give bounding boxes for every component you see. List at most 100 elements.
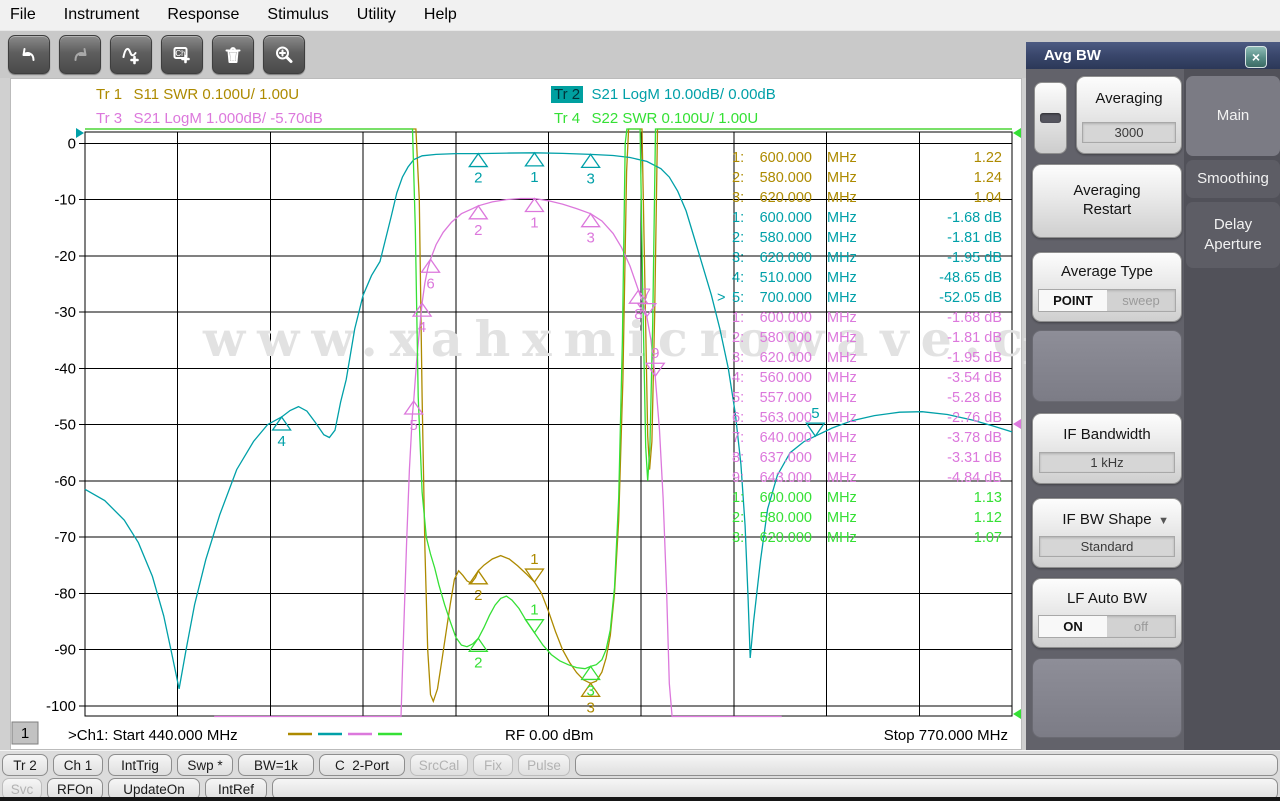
- marker-frequency: 510.000: [760, 270, 812, 286]
- if-bw-shape-button[interactable]: IF BW Shape ▼ Standard: [1032, 498, 1182, 568]
- watermark-text: www.xahxmicrowave.com: [202, 310, 1022, 368]
- svg-text:8: 8: [634, 306, 642, 323]
- status-bar: Tr 2 Ch 1 IntTrig Swp * BW=1k C 2-Port SrcCal F…: [0, 750, 1280, 800]
- svg-text:3: 3: [586, 230, 594, 247]
- marker-value: -48.65 dB: [939, 270, 1002, 286]
- trace-def-tr1[interactable]: Tr 1 S11 SWR 0.100U/ 1.00U: [93, 86, 299, 103]
- marker-unit: MHz: [827, 270, 857, 286]
- menu-item-file[interactable]: File: [10, 3, 50, 27]
- y-axis-labels: 0 -10 -20 -30 -40 -50 -60 -70 -80 -90 -100: [46, 135, 76, 714]
- status-srccal: SrcCal: [410, 754, 468, 776]
- add-trace-button[interactable]: [110, 35, 152, 74]
- marker-number: 1:: [732, 210, 744, 226]
- marker-number: 9:: [732, 470, 744, 486]
- marker-value: 1.07: [974, 530, 1002, 546]
- average-type-point-option[interactable]: POINT: [1039, 290, 1107, 311]
- tab-delay-aperture[interactable]: Delay Aperture: [1186, 202, 1280, 268]
- average-type-sweep-option[interactable]: sweep: [1107, 290, 1175, 311]
- y-tick-label: -70: [54, 529, 76, 546]
- lf-auto-bw-on-option[interactable]: ON: [1039, 616, 1107, 637]
- marker-frequency: 560.000: [760, 370, 812, 386]
- status-tr-2[interactable]: Tr 2: [2, 754, 48, 776]
- menu-item-stimulus[interactable]: Stimulus: [253, 3, 342, 27]
- marker-frequency: 600.000: [760, 490, 812, 506]
- marker-4-trace2: 4: [271, 415, 292, 450]
- undo-icon: [22, 47, 35, 61]
- channel-footer: 1 >Ch1: Start 440.000 MHz RF 0.00 dBm Stop …: [11, 721, 1008, 745]
- average-type-toggle[interactable]: POINT sweep: [1038, 289, 1176, 312]
- marker-frequency: 580.000: [760, 510, 812, 526]
- marker-table-row: 3: 620.000 MHz -1.95 dB: [732, 250, 1002, 266]
- marker-value: -1.95 dB: [947, 250, 1002, 266]
- marker-unit: MHz: [827, 330, 857, 346]
- if-bw-shape-label: IF BW Shape: [1062, 511, 1152, 528]
- lf-auto-bw-off-option[interactable]: off: [1107, 616, 1175, 637]
- menu-item-help[interactable]: Help: [410, 3, 471, 27]
- marker-value: -1.68 dB: [947, 210, 1002, 226]
- y-tick-label: 0: [68, 135, 76, 152]
- menu-item-instrument[interactable]: Instrument: [50, 3, 154, 27]
- marker-table-row: 3: 620.000 MHz 1.07: [732, 530, 1002, 546]
- marker-frequency: 600.000: [760, 310, 812, 326]
- zoom-button[interactable]: [263, 35, 305, 74]
- close-icon[interactable]: ×: [1245, 46, 1267, 68]
- status-bw-1k[interactable]: BW=1k: [238, 754, 314, 776]
- lf-auto-bw-label: LF Auto BW: [1066, 590, 1148, 607]
- menu-item-response[interactable]: Response: [153, 3, 253, 27]
- marker-number: 2:: [732, 510, 744, 526]
- marker-frequency: 563.000: [760, 410, 812, 426]
- marker-number: 3:: [732, 250, 744, 266]
- panel-title-bar[interactable]: Avg BW: [1026, 42, 1280, 69]
- lf-auto-bw-toggle[interactable]: ON off: [1038, 615, 1176, 638]
- averaging-button[interactable]: Averaging 3000: [1076, 76, 1182, 154]
- lf-auto-bw-button[interactable]: LF Auto BW ON off: [1032, 578, 1182, 648]
- marker-number: 3:: [732, 350, 744, 366]
- zoom-icon: [276, 46, 293, 63]
- y-tick-label: -60: [54, 473, 76, 490]
- y-tick-label: -30: [54, 304, 76, 321]
- trace-def-tr4[interactable]: Tr 4 S22 SWR 0.100U/ 1.00U: [551, 110, 758, 127]
- marker-value: 1.13: [974, 490, 1002, 506]
- y-tick-label: -10: [54, 192, 76, 209]
- marker-value: -3.78 dB: [947, 430, 1002, 446]
- status-inttrig[interactable]: IntTrig: [108, 754, 172, 776]
- marker-frequency: 700.000: [760, 290, 812, 306]
- status-c-2-port[interactable]: C 2-Port: [319, 754, 405, 776]
- undo-button[interactable]: [8, 35, 50, 74]
- marker-value: -52.05 dB: [939, 290, 1002, 306]
- ref-arrow-tr4: [1013, 709, 1021, 719]
- marker-unit: MHz: [827, 230, 857, 246]
- marker-3-trace4: 3: [580, 665, 601, 699]
- y-tick-label: -90: [54, 642, 76, 659]
- status-swp-[interactable]: Swp *: [177, 754, 233, 776]
- tab-main[interactable]: Main: [1186, 76, 1280, 156]
- vna-application: File Instrument Response Stimulus Utility Hel…: [0, 0, 1280, 801]
- marker-frequency: 600.000: [760, 150, 812, 166]
- averaging-restart-button[interactable]: Averaging Restart: [1032, 164, 1182, 238]
- marker-number: 4:: [732, 370, 744, 386]
- trace-def-tr3[interactable]: Tr 3 S21 LogM 1.000dB/ -5.70dB: [93, 110, 323, 127]
- window-bottom-edge: [0, 797, 1280, 801]
- marker-frequency: 640.000: [760, 430, 812, 446]
- average-type-button[interactable]: Average Type POINT sweep: [1032, 252, 1182, 322]
- marker-unit: MHz: [827, 450, 857, 466]
- averaging-toggle-button[interactable]: [1034, 82, 1067, 154]
- svg-text:2: 2: [474, 170, 482, 187]
- menu-item-utility[interactable]: Utility: [343, 3, 410, 27]
- add-channel-button[interactable]: Ch: [161, 35, 203, 74]
- status-fix: Fix: [473, 754, 513, 776]
- marker-value: -1.68 dB: [947, 310, 1002, 326]
- marker-frequency: 620.000: [760, 190, 812, 206]
- avg-bw-panel: Avg BW × Main Smoothing Delay Aperture Ave…: [1026, 42, 1280, 750]
- marker-frequency: 600.000: [760, 210, 812, 226]
- marker-frequency: 620.000: [760, 350, 812, 366]
- marker-number: 8:: [732, 450, 744, 466]
- marker-2-trace3: 2: [468, 204, 489, 239]
- if-bandwidth-button[interactable]: IF Bandwidth 1 kHz: [1032, 413, 1182, 484]
- tab-smoothing[interactable]: Smoothing: [1186, 160, 1280, 198]
- trace-def-tr2[interactable]: Tr 2 S21 LogM 10.00dB/ 0.00dB: [551, 86, 776, 103]
- average-type-label: Average Type: [1060, 263, 1153, 280]
- delete-button[interactable]: [212, 35, 254, 74]
- y-tick-label: -20: [54, 248, 76, 265]
- status-ch-1[interactable]: Ch 1: [53, 754, 103, 776]
